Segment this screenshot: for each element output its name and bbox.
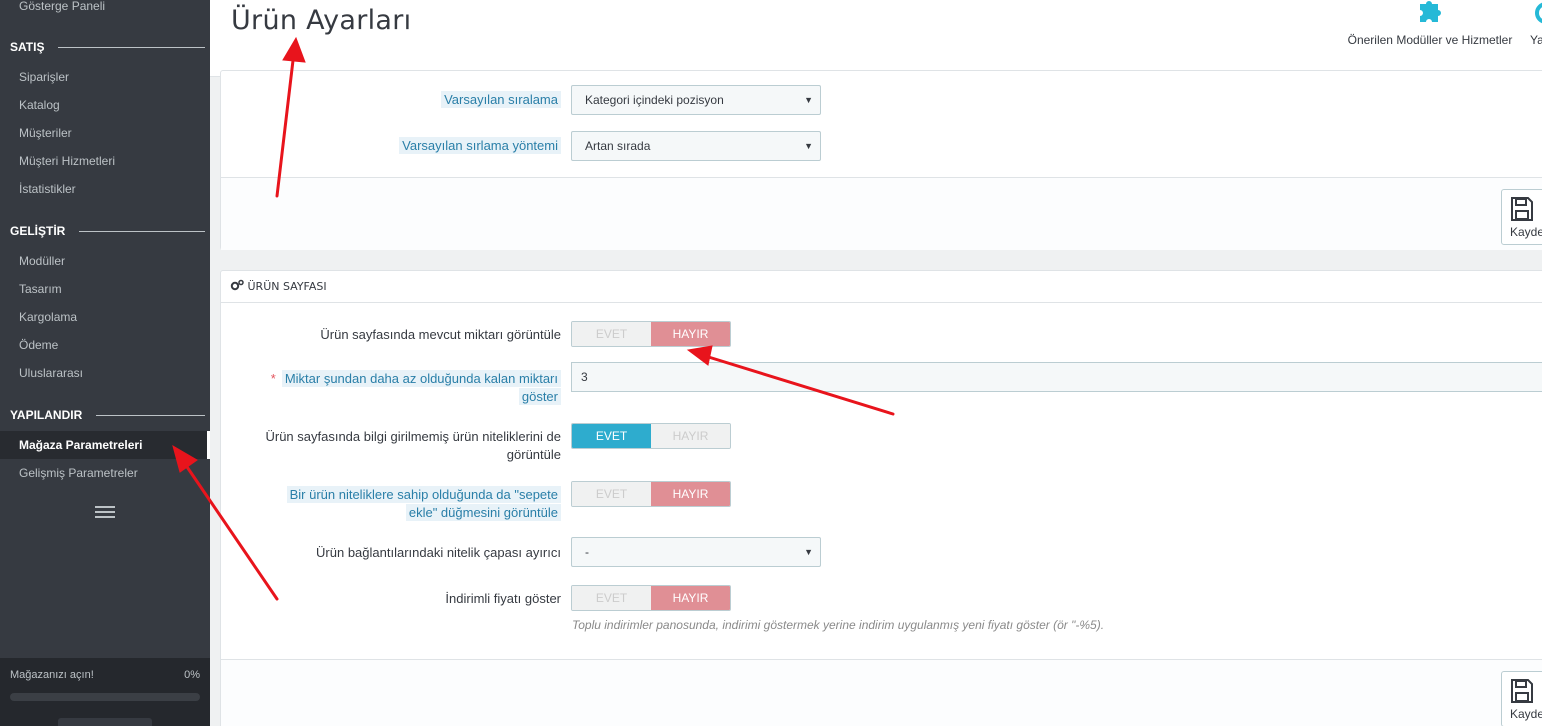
sidebar-section-sales: SATIŞ	[10, 39, 205, 55]
toggle-yes[interactable]: EVET	[572, 482, 651, 506]
default-order-value: Kategori içindeki pozisyon	[585, 93, 724, 107]
sidebar-item-shipping[interactable]: Kargolama	[0, 303, 210, 331]
sidebar-item-international[interactable]: Uluslararası	[0, 359, 210, 387]
remaining-qty-label-line2: göster	[518, 388, 561, 405]
caret-down-icon: ▼	[804, 95, 813, 105]
save-button[interactable]: Kayde	[1501, 189, 1542, 245]
save-icon	[1511, 679, 1533, 703]
pagination-panel: Varsayılan sıralama Kategori içindeki po…	[220, 70, 1542, 250]
sidebar-item-customer-service[interactable]: Müşteri Hizmetleri	[0, 147, 210, 175]
puzzle-icon	[1420, 1, 1441, 22]
caret-down-icon: ▼	[804, 547, 813, 557]
sidebar-item-design[interactable]: Tasarım	[0, 275, 210, 303]
attribute-anchor-value: -	[585, 545, 589, 559]
sidebar-section-improve: GELİŞTİR	[10, 223, 205, 239]
page-header: Ürün Ayarları Önerilen Modüller ve Hizme…	[210, 0, 1542, 77]
sidebar-item-payment[interactable]: Ödeme	[0, 331, 210, 359]
page-title: Ürün Ayarları	[231, 5, 412, 36]
shop-progress: Mağazanızı açın! 0%	[0, 658, 210, 726]
display-unavailable-attr-label-wrap: Ürün sayfasında bilgi girilmemiş ürün ni…	[221, 428, 561, 468]
default-direction-label-text: Varsayılan sırlama yöntemi	[399, 137, 561, 154]
save-label: Kayde	[1510, 225, 1542, 239]
section-title: YAPILANDIR	[10, 408, 83, 422]
default-direction-value: Artan sırada	[585, 139, 651, 153]
sidebar-item-shop-parameters[interactable]: Mağaza Parametreleri	[0, 431, 210, 459]
help-button[interactable]: Ya	[1528, 0, 1542, 47]
save-label: Kayde	[1510, 707, 1542, 721]
shop-progress-label: Mağazanızı açın!	[10, 669, 94, 681]
sidebar-item-catalog[interactable]: Katalog	[0, 91, 210, 119]
sidebar-item-dashboard[interactable]: Gösterge Paneli	[0, 0, 210, 20]
attribute-anchor-select[interactable]: - ▼	[571, 537, 821, 567]
add-to-cart-label-wrap: Bir ürün niteliklere sahip olduğunda da …	[221, 486, 561, 526]
recommended-modules-button[interactable]: Önerilen Modüller ve Hizmetler	[1339, 0, 1521, 47]
section-title: GELİŞTİR	[10, 224, 66, 238]
shop-progress-bar	[10, 693, 200, 701]
save-icon	[1511, 197, 1533, 221]
add-to-cart-label: Bir ürün niteliklere sahip olduğunda da …	[286, 486, 561, 522]
toggle-no[interactable]: HAYIR	[651, 586, 730, 610]
remaining-qty-label: * Miktar şundan daha az olduğunda kalan m…	[271, 370, 561, 406]
toggle-yes[interactable]: EVET	[572, 424, 651, 448]
help-label: Ya	[1530, 33, 1542, 47]
sidebar-section-configure: YAPILANDIR	[10, 407, 205, 423]
default-direction-select[interactable]: Artan sırada ▼	[571, 131, 821, 161]
remaining-qty-label-line1: Miktar şundan daha az olduğunda kalan mi…	[281, 370, 561, 387]
default-order-label-text: Varsayılan sıralama	[441, 91, 561, 108]
display-unavailable-attr-line1: Ürün sayfasında bilgi girilmemiş ürün ni…	[265, 429, 561, 444]
toggle-yes[interactable]: EVET	[572, 586, 651, 610]
show-quantity-label: Ürün sayfasında mevcut miktarı görüntüle	[320, 327, 561, 342]
add-to-cart-label-line2: ekle" düğmesini görüntüle	[405, 504, 561, 521]
shop-progress-percent: 0%	[184, 669, 200, 681]
default-direction-label-wrap: Varsayılan sırlama yöntemi	[221, 137, 561, 157]
recommended-modules-label: Önerilen Modüller ve Hizmetler	[1347, 33, 1513, 47]
default-order-select[interactable]: Kategori içindeki pozisyon ▼	[571, 85, 821, 115]
hamburger-icon[interactable]	[95, 506, 115, 522]
panel-footer: Kayde	[221, 177, 1542, 250]
section-title: SATIŞ	[10, 40, 45, 54]
add-to-cart-label-line1: Bir ürün niteliklere sahip olduğunda da …	[286, 486, 561, 503]
toggle-no[interactable]: HAYIR	[651, 322, 730, 346]
sidebar-item-modules[interactable]: Modüller	[0, 247, 210, 275]
add-to-cart-toggle[interactable]: EVET HAYIR	[571, 481, 731, 507]
sidebar: Gösterge Paneli SATIŞ Siparişler Katalog…	[0, 0, 210, 726]
discounted-price-help: Toplu indirimler panosunda, indirimi gös…	[572, 618, 1105, 632]
shop-open-button[interactable]	[58, 718, 152, 726]
panel-footer: Kayde	[221, 659, 1542, 726]
product-page-panel: ÜRÜN SAYFASI Ürün sayfasında mevcut mikt…	[220, 270, 1542, 726]
display-unavailable-attr-line2: görüntüle	[506, 447, 561, 462]
panel-heading-text: ÜRÜN SAYFASI	[247, 280, 327, 293]
remaining-qty-label-wrap: * Miktar şundan daha az olduğunda kalan m…	[221, 370, 561, 410]
attribute-anchor-label: Ürün bağlantılarındaki nitelik çapası ay…	[316, 545, 561, 560]
help-icon	[1535, 2, 1542, 24]
discounted-price-label: İndirimli fiyatı göster	[445, 591, 561, 606]
remaining-qty-input[interactable]: 3	[571, 362, 1542, 392]
caret-down-icon: ▼	[804, 141, 813, 151]
toggle-no[interactable]: HAYIR	[651, 482, 730, 506]
sidebar-item-orders[interactable]: Siparişler	[0, 63, 210, 91]
sidebar-item-customers[interactable]: Müşteriler	[0, 119, 210, 147]
gears-icon	[230, 279, 244, 291]
required-marker: *	[270, 371, 276, 386]
toggle-yes[interactable]: EVET	[572, 322, 651, 346]
display-unavailable-attr-label: Ürün sayfasında bilgi girilmemiş ürün ni…	[265, 428, 561, 464]
toggle-no[interactable]: HAYIR	[651, 424, 730, 448]
default-order-label: Varsayılan sıralama	[441, 91, 561, 109]
sidebar-item-advanced-parameters[interactable]: Gelişmiş Parametreler	[0, 459, 210, 487]
discounted-price-label-wrap: İndirimli fiyatı göster	[221, 590, 561, 610]
sidebar-item-stats[interactable]: İstatistikler	[0, 175, 210, 203]
default-direction-label: Varsayılan sırlama yöntemi	[399, 137, 561, 155]
save-button[interactable]: Kayde	[1501, 671, 1542, 726]
discounted-price-toggle[interactable]: EVET HAYIR	[571, 585, 731, 611]
panel-heading: ÜRÜN SAYFASI	[221, 271, 1542, 303]
attribute-anchor-label-wrap: Ürün bağlantılarındaki nitelik çapası ay…	[221, 544, 561, 564]
display-unavailable-attr-toggle[interactable]: EVET HAYIR	[571, 423, 731, 449]
show-quantity-toggle[interactable]: EVET HAYIR	[571, 321, 731, 347]
default-order-label-wrap: Varsayılan sıralama	[221, 91, 561, 111]
show-quantity-label-wrap: Ürün sayfasında mevcut miktarı görüntüle	[221, 326, 561, 346]
